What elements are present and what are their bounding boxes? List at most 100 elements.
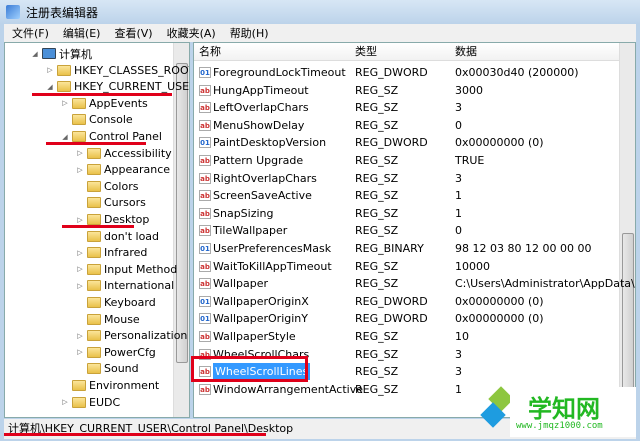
- value-name: Wallpaper: [213, 277, 269, 291]
- value-row[interactable]: 01 UserPreferencesMask REG_BINARY 98 12 03 …: [194, 240, 619, 258]
- binary-value-icon: 01: [199, 243, 211, 254]
- tree-node-label: Console: [89, 113, 133, 127]
- value-data: 10000: [455, 259, 490, 273]
- highlight-wheelscrolllines: [191, 356, 308, 382]
- tree-scrollbar[interactable]: [173, 43, 189, 417]
- value-type: REG_DWORD: [355, 294, 428, 308]
- string-value-icon: ab: [199, 278, 211, 290]
- tree-node[interactable]: Environment: [61, 377, 159, 394]
- value-row[interactable]: 01 WallpaperOriginY REG_DWORD 0x00000000 (0…: [194, 310, 619, 328]
- folder-icon: [87, 280, 101, 292]
- expand-arrow-icon[interactable]: ◢: [46, 83, 54, 91]
- tree-node-label: Environment: [89, 379, 160, 392]
- folder-icon: [87, 297, 101, 308]
- value-row[interactable]: ab WallpaperStyle REG_SZ 10: [194, 328, 619, 346]
- expand-arrow-icon[interactable]: ▷: [76, 332, 84, 340]
- tree-node[interactable]: Cursors: [76, 194, 146, 211]
- string-value-icon: ab: [199, 225, 211, 237]
- menu-item[interactable]: 编辑(E): [63, 25, 101, 41]
- menu-item[interactable]: 收藏夹(A): [167, 25, 216, 41]
- menu-item[interactable]: 帮助(H): [230, 25, 269, 41]
- tree-node[interactable]: Console: [61, 111, 133, 128]
- value-row[interactable]: ab TileWallpaper REG_SZ 0: [194, 222, 619, 240]
- tree-node[interactable]: ▷ EUDC: [61, 394, 120, 411]
- title-bar: 注册表编辑器: [0, 0, 640, 24]
- tree-node[interactable]: ▷ PowerCfg: [76, 344, 156, 361]
- string-value-icon: ab: [199, 102, 211, 114]
- expand-arrow-icon[interactable]: ▷: [76, 348, 84, 356]
- value-row[interactable]: 01 WallpaperOriginX REG_DWORD 0x00000000 (0…: [194, 293, 619, 311]
- column-header: 名称 类型 数据: [194, 43, 619, 61]
- tree-node-label: HKEY_CURRENT_USER: [74, 80, 190, 94]
- tree-node[interactable]: ▷ AppEvents: [61, 95, 147, 112]
- folder-icon: [87, 313, 101, 325]
- value-name: WallpaperOriginX: [213, 294, 309, 308]
- expand-arrow-icon[interactable]: ▷: [76, 216, 84, 224]
- tree-node-label: International: [104, 279, 175, 293]
- folder-icon: [87, 263, 101, 275]
- tree-node[interactable]: Colors: [76, 178, 138, 195]
- value-row[interactable]: ab MenuShowDelay REG_SZ 0: [194, 117, 619, 135]
- value-row[interactable]: ab WaitToKillAppTimeout REG_SZ 10000: [194, 258, 619, 276]
- value-data: TRUE: [455, 154, 485, 167]
- folder-icon: [57, 64, 71, 76]
- value-type: REG_SZ: [355, 118, 399, 132]
- tree-node[interactable]: Keyboard: [76, 294, 156, 311]
- tree-node[interactable]: ▷ HKEY_CLASSES_ROOT: [46, 62, 189, 79]
- value-row[interactable]: ab LeftOverlapChars REG_SZ 3: [194, 99, 619, 117]
- expand-arrow-icon[interactable]: ◢: [61, 133, 69, 141]
- value-row[interactable]: ab ScreenSaveActive REG_SZ 1: [194, 187, 619, 205]
- tree-node[interactable]: ▷ Input Method: [76, 261, 177, 278]
- value-name: WallpaperOriginY: [213, 312, 308, 326]
- value-row[interactable]: ab HungAppTimeout REG_SZ 3000: [194, 82, 619, 100]
- string-value-icon: ab: [199, 331, 211, 342]
- values-scroll-thumb[interactable]: [622, 233, 634, 408]
- value-row[interactable]: ab Pattern Upgrade REG_SZ TRUE: [194, 152, 619, 170]
- column-type[interactable]: 类型: [350, 43, 377, 61]
- values-scrollbar[interactable]: [619, 43, 635, 417]
- expand-arrow-icon[interactable]: ▷: [46, 66, 54, 74]
- value-row[interactable]: ab SnapSizing REG_SZ 1: [194, 205, 619, 223]
- column-name[interactable]: 名称: [194, 43, 221, 61]
- value-type: REG_SZ: [355, 277, 399, 291]
- tree-node[interactable]: ▷ Personalization: [76, 327, 187, 344]
- expand-arrow-icon[interactable]: ▷: [76, 166, 84, 174]
- value-row[interactable]: 01 PaintDesktopVersion REG_DWORD 0x00000000…: [194, 134, 619, 152]
- tree-pane[interactable]: ◢ 计算机 ▷ HKEY_CLASSES_ROOT ◢ HKEY_CURRENT_USER…: [4, 42, 190, 418]
- menu-bar: 文件(F) 编辑(E) 查看(V) 收藏夹(A) 帮助(H): [4, 24, 636, 42]
- value-row[interactable]: ab RightOverlapChars REG_SZ 3: [194, 170, 619, 188]
- value-row[interactable]: ab Wallpaper REG_SZ C:\Users\Administrator\…: [194, 275, 635, 293]
- tree-node-label: Keyboard: [104, 296, 156, 309]
- expand-arrow-icon[interactable]: ◢: [31, 50, 39, 58]
- expand-arrow-icon[interactable]: ▷: [61, 398, 69, 406]
- tree-scroll-thumb[interactable]: [176, 63, 188, 363]
- expand-arrow-icon[interactable]: ▷: [76, 282, 84, 290]
- expand-arrow-icon[interactable]: ▷: [76, 265, 84, 273]
- tree-node[interactable]: ◢ 计算机: [31, 45, 92, 62]
- tree-node[interactable]: ▷ International: [76, 277, 174, 294]
- highlight-control-panel: [46, 142, 146, 145]
- tree-node[interactable]: ▷ Appearance: [76, 161, 170, 178]
- value-data: 3: [455, 365, 462, 379]
- value-row[interactable]: 01 ForegroundLockTimeout REG_DWORD 0x00030d…: [194, 64, 619, 82]
- string-value-icon: ab: [199, 207, 211, 219]
- value-data: 0x00000000 (0): [455, 136, 544, 150]
- tree-node[interactable]: ▷ Infrared: [76, 244, 147, 261]
- expand-arrow-icon[interactable]: ▷: [61, 99, 69, 107]
- expand-arrow-icon[interactable]: ▷: [76, 249, 84, 257]
- watermark: 学知网 www.jmqz1000.com: [510, 387, 636, 437]
- value-type: REG_SZ: [355, 259, 399, 273]
- menu-item[interactable]: 查看(V): [114, 25, 152, 41]
- tree-node[interactable]: ▷ Accessibility: [76, 145, 171, 162]
- tree-node-label: Cursors: [104, 196, 146, 210]
- value-data: 3: [455, 171, 462, 185]
- tree-node[interactable]: don't load: [76, 228, 159, 245]
- menu-item[interactable]: 文件(F): [12, 25, 49, 41]
- tree-node[interactable]: Sound: [76, 360, 139, 377]
- folder-icon: [87, 230, 101, 242]
- tree-node[interactable]: Mouse: [76, 311, 140, 328]
- tree-node-label: 计算机: [59, 47, 92, 61]
- expand-arrow-icon[interactable]: ▷: [76, 149, 84, 157]
- folder-icon: [87, 247, 101, 259]
- column-data[interactable]: 数据: [450, 43, 477, 61]
